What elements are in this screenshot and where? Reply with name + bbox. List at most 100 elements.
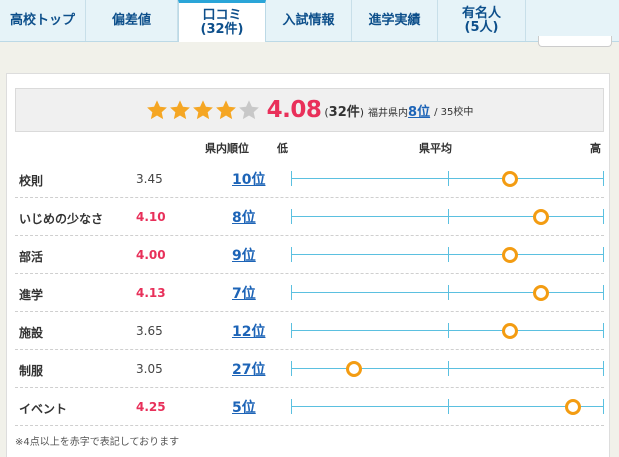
tab-label: 高校トップ — [9, 12, 75, 28]
scale-end-tick — [291, 209, 292, 224]
rating-score: 4.08 — [266, 97, 322, 123]
average-tick — [448, 209, 449, 224]
star-rating — [146, 99, 261, 121]
category-label: 部活 — [19, 250, 44, 264]
average-tick — [448, 247, 449, 262]
category-score: 4.10 — [136, 210, 166, 224]
category-rank-link[interactable]: 5位 — [232, 397, 256, 417]
star-filled-icon — [146, 100, 167, 120]
category-label: 進学 — [19, 288, 44, 302]
scale-end-tick — [603, 323, 604, 338]
scale-end-tick — [291, 361, 292, 376]
prefecture-rank: 福井県内8位 — [368, 101, 430, 120]
tab-label: 入試情報 — [282, 12, 335, 28]
review-count-value: 32件 — [328, 104, 360, 120]
tab-bar: 高校トップ 偏差値 口コミ (32件) 入試情報 進学実績 有名人 (5人) — [0, 0, 619, 42]
category-label: 校則 — [19, 174, 44, 188]
tab-sub-label: (32件) — [200, 21, 244, 37]
scale-end-tick — [291, 285, 292, 300]
average-header: 県平均 — [419, 142, 452, 155]
rating-row: 制服 3.05 27位 — [15, 350, 604, 388]
average-tick — [448, 285, 449, 300]
rank-header: 県内順位 — [205, 142, 249, 155]
star-empty-icon — [238, 100, 259, 120]
tab-deviation[interactable]: 偏差値 — [86, 0, 178, 41]
footnote: ※4点以上を赤字で表記しております — [15, 437, 180, 448]
review-summary-panel: 4.08 (32件) 福井県内8位 / 35校中 県内順位 低 県平均 高 校則… — [6, 73, 610, 457]
average-tick — [448, 399, 449, 414]
scale-end-tick — [603, 285, 604, 300]
rating-scale — [291, 285, 604, 301]
rating-scale — [291, 399, 604, 415]
rating-scale — [291, 361, 604, 377]
score-marker — [533, 285, 549, 301]
star-filled-icon — [215, 100, 236, 120]
score-marker — [502, 323, 518, 339]
rating-row: 部活 4.00 9位 — [15, 236, 604, 274]
review-count-close: ) — [359, 105, 365, 119]
category-score: 4.00 — [136, 248, 166, 262]
school-total: / 35校中 — [434, 106, 474, 118]
tab-famous-people[interactable]: 有名人 (5人) — [438, 0, 526, 41]
prefecture-rank-link[interactable]: 8位 — [408, 105, 430, 120]
rating-scale — [291, 247, 604, 263]
category-score: 3.05 — [136, 362, 163, 376]
rating-row: 施設 3.65 12位 — [15, 312, 604, 350]
scale-end-tick — [603, 209, 604, 224]
scale-end-tick — [603, 361, 604, 376]
rating-row: 校則 3.45 10位 — [15, 160, 604, 198]
rating-row: いじめの少なさ 4.10 8位 — [15, 198, 604, 236]
category-rank-link[interactable]: 27位 — [232, 359, 265, 379]
star-filled-icon — [192, 100, 213, 120]
tab-results[interactable]: 進学実績 — [352, 0, 438, 41]
rating-row: イベント 4.25 5位 — [15, 388, 604, 426]
tab-label: 有名人 — [461, 5, 501, 21]
rating-scale — [291, 171, 604, 187]
category-rank-link[interactable]: 9位 — [232, 245, 256, 265]
tab-label: 進学実績 — [368, 12, 421, 28]
scale-end-tick — [291, 247, 292, 262]
review-count: (32件) — [324, 101, 364, 120]
star-filled-icon — [169, 100, 190, 120]
category-rank-link[interactable]: 10位 — [232, 169, 265, 189]
tab-entrance-info[interactable]: 入試情報 — [266, 0, 352, 41]
scale-end-tick — [291, 171, 292, 186]
tab-label: 口コミ — [202, 7, 242, 23]
score-marker — [346, 361, 362, 377]
score-marker — [502, 247, 518, 263]
rating-row: 進学 4.13 7位 — [15, 274, 604, 312]
tab-reviews[interactable]: 口コミ (32件) — [178, 0, 266, 42]
category-rank-link[interactable]: 7位 — [232, 283, 256, 303]
low-header: 低 — [277, 142, 288, 155]
category-label: イベント — [19, 402, 68, 416]
prefecture-label: 福井県内 — [368, 107, 409, 119]
tab-school-top[interactable]: 高校トップ — [0, 0, 86, 41]
category-score: 3.45 — [136, 172, 163, 186]
scale-end-tick — [603, 171, 604, 186]
category-score: 4.25 — [136, 400, 166, 414]
score-marker — [502, 171, 518, 187]
high-header: 高 — [590, 142, 601, 155]
average-tick — [448, 323, 449, 338]
rating-scale — [291, 209, 604, 225]
category-label: 制服 — [19, 364, 44, 378]
category-rank-link[interactable]: 12位 — [232, 321, 265, 341]
scale-end-tick — [603, 399, 604, 414]
scale-end-tick — [603, 247, 604, 262]
category-score: 3.65 — [136, 324, 163, 338]
rating-scale — [291, 323, 604, 339]
category-label: 施設 — [19, 326, 44, 340]
scale-end-tick — [291, 399, 292, 414]
scale-end-tick — [291, 323, 292, 338]
category-rank-link[interactable]: 8位 — [232, 207, 256, 227]
average-tick — [448, 361, 449, 376]
category-score: 4.13 — [136, 286, 166, 300]
dropdown-stub — [538, 36, 612, 47]
category-label: いじめの少なさ — [19, 212, 104, 226]
overall-rating: 4.08 (32件) 福井県内8位 / 35校中 — [15, 88, 604, 132]
score-marker — [533, 209, 549, 225]
score-marker — [565, 399, 581, 415]
average-tick — [448, 171, 449, 186]
tab-label: 偏差値 — [111, 12, 151, 28]
tab-sub-label: (5人) — [464, 19, 499, 35]
